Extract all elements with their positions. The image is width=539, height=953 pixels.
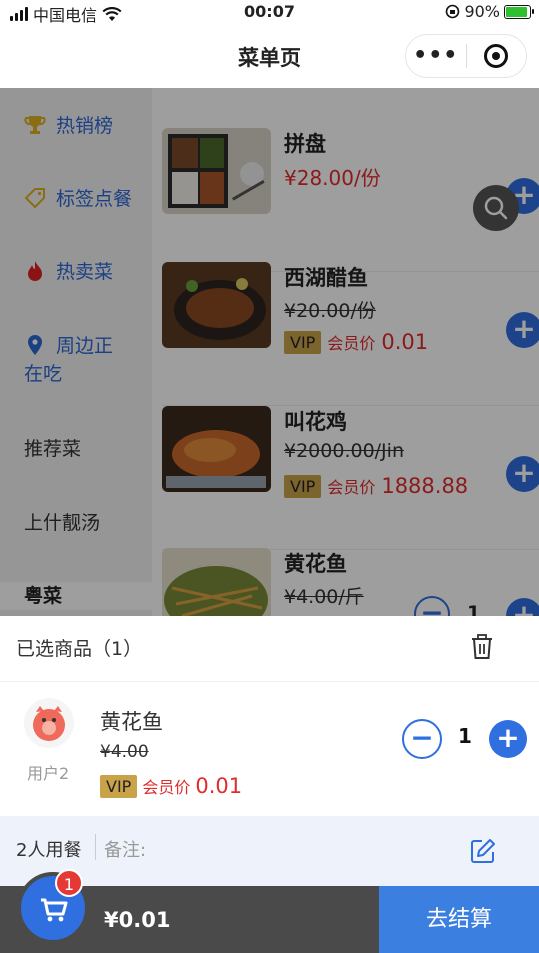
cart-item-qty: 1 [458,724,472,748]
close-mini-program-button[interactable] [467,44,527,68]
cart-panel: 已选商品（1） 用户2 黄花鱼 ¥4.00 VIP 会员价 0.01 − 1 + [0,616,539,816]
cart-total: ¥0.01 [104,908,171,932]
status-bar: 中国电信 00:07 90% [0,0,539,25]
modal-overlay[interactable] [0,88,539,616]
cart-count-badge: 1 [55,869,83,897]
checkout-button[interactable]: 去结算 [379,886,539,953]
avatar [24,698,74,748]
user-name: 用户2 [27,764,70,783]
vip-badge: VIP [100,774,138,798]
diner-count[interactable]: 2人用餐 [16,836,81,862]
vip-price-label: 会员价 [142,778,191,797]
cart-item: 用户2 黄花鱼 ¥4.00 VIP 会员价 0.01 − 1 + [0,682,539,816]
decrease-qty-button[interactable]: − [402,719,442,759]
notes-field[interactable]: 备注: [104,836,146,862]
cart-item-name: 黄花鱼 [100,710,163,734]
cart-item-original-price: ¥4.00 [100,742,149,762]
increase-qty-button[interactable]: + [489,720,527,758]
orientation-lock-icon [446,4,460,19]
battery-icon [504,4,534,19]
cart-title: 已选商品（1） [16,638,143,660]
battery-info: 90% [445,2,534,21]
vip-price: 0.01 [195,774,243,798]
more-menu-button[interactable]: ••• [406,34,466,78]
trash-icon[interactable] [470,634,494,660]
cart-item-vip-line: VIP 会员价 0.01 [100,774,242,798]
mini-program-capsule: ••• [405,34,527,78]
edit-icon[interactable] [470,838,496,864]
cart-header: 已选商品（1） [0,616,539,682]
target-icon [484,44,509,68]
nav-bar: 菜单页 ••• [0,24,539,88]
notes-divider [95,834,96,860]
battery-percent: 90% [464,2,500,21]
